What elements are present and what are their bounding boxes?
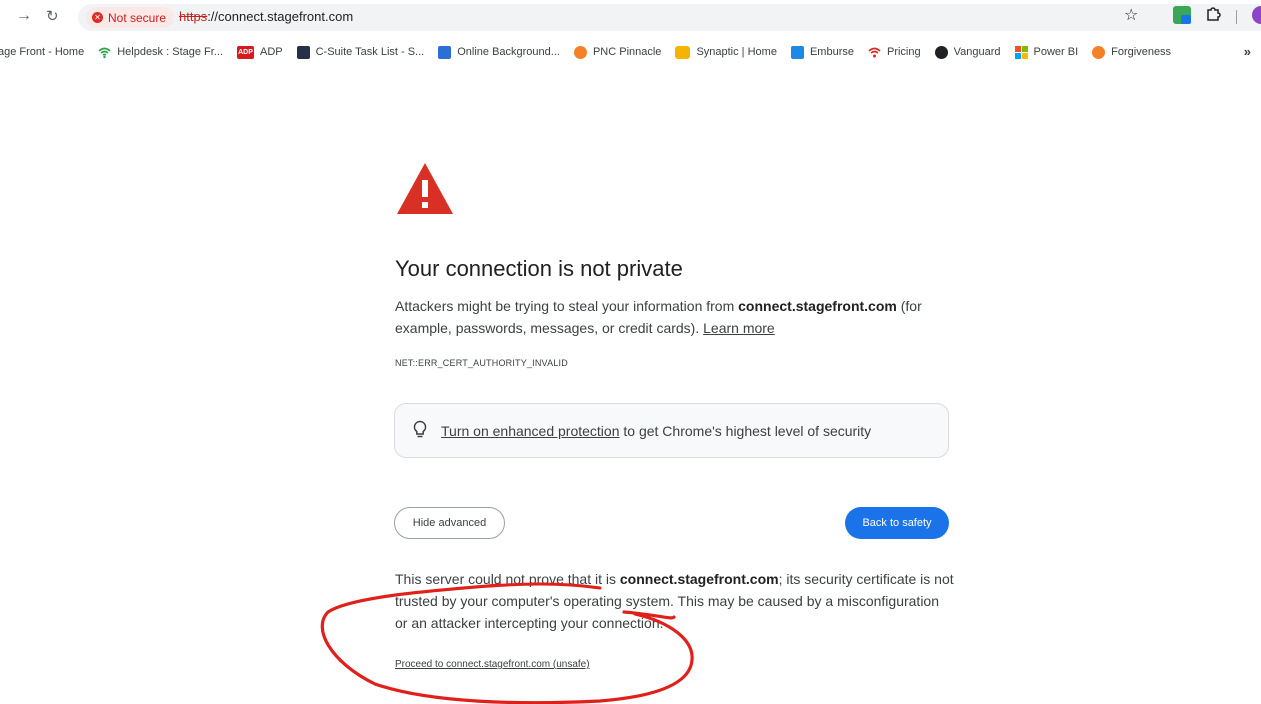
bookmark-label: PNC Pinnacle [592, 46, 662, 58]
bookmark-item[interactable]: PNC Pinnacle [573, 45, 662, 59]
bookmarks-bar: age Front - Home Helpdesk : Stage Fr... … [0, 40, 1261, 64]
warning-description: Attackers might be trying to steal your … [395, 295, 945, 339]
star-icon[interactable]: ☆ [1124, 5, 1138, 25]
learn-more-link[interactable]: Learn more [703, 320, 775, 336]
security-chip[interactable]: ✕ Not secure [86, 7, 175, 28]
adv-text: This server could not prove that it is [395, 571, 620, 587]
bookmarks-overflow-button[interactable]: » [1244, 44, 1251, 59]
enhanced-protection-rest: to get Chrome's highest level of securit… [619, 423, 872, 439]
proceed-unsafe-link[interactable]: Proceed to connect.stagefront.com (unsaf… [395, 659, 590, 670]
bookmark-item[interactable]: Emburse [790, 45, 854, 59]
helpdesk-icon [98, 47, 111, 58]
pnc-icon [573, 45, 587, 59]
bookmark-label: Online Background... [457, 46, 560, 58]
security-chip-label: Not secure [108, 10, 167, 25]
bookmark-label: Forgiveness [1111, 46, 1172, 58]
bookmark-item[interactable]: Helpdesk : Stage Fr... [98, 46, 223, 59]
lightbulb-icon [413, 420, 427, 438]
bookmark-item[interactable]: C-Suite Task List - S... [296, 45, 425, 59]
enhanced-protection-box: Turn on enhanced protection to get Chrom… [394, 403, 949, 458]
error-icon: ✕ [92, 12, 103, 23]
reload-icon[interactable]: ↻ [46, 7, 59, 25]
extensions-puzzle-icon[interactable] [1204, 5, 1222, 28]
url-scheme: https [179, 9, 208, 24]
error-code: NET::ERR_CERT_AUTHORITY_INVALID [395, 358, 568, 368]
back-to-safety-button[interactable]: Back to safety [845, 507, 949, 539]
forgiveness-icon [1092, 45, 1106, 59]
enhanced-protection-link[interactable]: Turn on enhanced protection [441, 423, 620, 439]
toolbar-divider [1236, 10, 1237, 24]
task-icon [296, 45, 310, 59]
page-title: Your connection is not private [395, 256, 683, 281]
pricing-icon [868, 47, 881, 57]
bookmark-label: Power BI [1033, 46, 1079, 58]
emburse-icon [790, 45, 804, 59]
bookmark-item[interactable]: ADP ADP [236, 45, 283, 59]
hide-advanced-button[interactable]: Hide advanced [394, 507, 505, 539]
bookmark-label: age Front - Home [0, 46, 85, 58]
url-text[interactable]: https://connect.stagefront.com [179, 9, 353, 24]
advanced-details: This server could not prove that it is c… [395, 568, 955, 634]
bookmark-label: Emburse [809, 46, 854, 58]
synaptic-icon [675, 45, 691, 59]
bookmark-item[interactable]: age Front - Home [0, 46, 84, 58]
arrow-right-icon[interactable]: → [16, 7, 32, 25]
browser-window: → ↻ ✕ Not secure https://connect.stagefr… [0, 0, 1261, 704]
bookmark-item[interactable]: Online Background... [438, 45, 560, 59]
bookmark-label: Vanguard [953, 46, 1001, 58]
address-bar[interactable]: ✕ Not secure https://connect.stagefront.… [78, 4, 1261, 31]
bookmark-item[interactable]: Power BI [1014, 45, 1079, 59]
bookmark-item[interactable]: Synaptic | Home [675, 45, 777, 59]
bookmark-label: Synaptic | Home [696, 46, 777, 58]
desc-host: connect.stagefront.com [738, 298, 897, 314]
bookmark-item[interactable]: Forgiveness [1092, 45, 1172, 59]
url-host: ://connect.stagefront.com [207, 9, 354, 24]
adv-host: connect.stagefront.com [619, 571, 779, 587]
adp-icon: ADP [236, 45, 254, 59]
enhanced-protection-text: Turn on enhanced protection to get Chrom… [441, 423, 871, 439]
powerbi-icon [1014, 45, 1028, 59]
extension-app-icon[interactable] [1173, 6, 1191, 24]
bookmark-label: Pricing [886, 46, 921, 58]
vanguard-icon [934, 45, 948, 59]
bookmark-label: C-Suite Task List - S... [315, 46, 425, 58]
doc-icon [438, 45, 452, 59]
bookmark-item[interactable]: Pricing [868, 46, 921, 59]
browser-toolbar: → ↻ ✕ Not secure https://connect.stagefr… [0, 0, 1261, 34]
warning-triangle-icon [397, 163, 453, 214]
bookmark-label: Helpdesk : Stage Fr... [117, 46, 223, 58]
bookmark-item[interactable]: Vanguard [934, 45, 1001, 59]
desc-text: Attackers might be trying to steal your … [395, 298, 739, 314]
bookmark-label: ADP [259, 46, 283, 58]
